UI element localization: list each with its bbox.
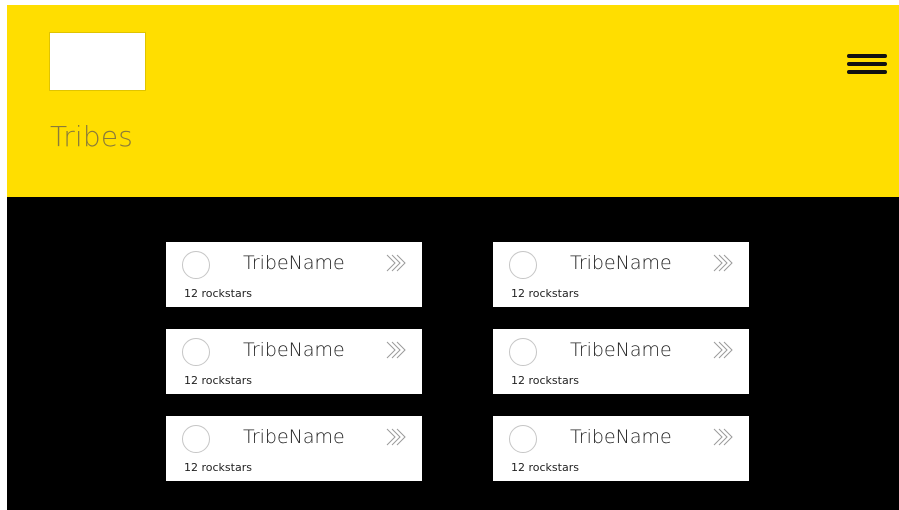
tribe-name: TribeName <box>570 426 672 448</box>
header: Tribes <box>7 5 899 197</box>
avatar-circle-icon <box>509 425 537 453</box>
tribe-card[interactable]: TribeName 12 rockstars <box>493 242 749 307</box>
avatar-circle-icon <box>182 425 210 453</box>
tribe-member-count: 12 rockstars <box>184 374 252 387</box>
tribe-member-count: 12 rockstars <box>511 461 579 474</box>
tribe-member-count: 12 rockstars <box>184 287 252 300</box>
tribe-card[interactable]: TribeName 12 rockstars <box>166 329 422 394</box>
tribe-card[interactable]: TribeName 12 rockstars <box>166 416 422 481</box>
chevron-right-icon <box>385 428 407 446</box>
chevron-right-icon <box>385 254 407 272</box>
hamburger-icon <box>847 54 887 74</box>
tribe-name: TribeName <box>243 339 345 361</box>
chevron-right-icon <box>712 341 734 359</box>
tribe-member-count: 12 rockstars <box>511 287 579 300</box>
tribe-name: TribeName <box>570 252 672 274</box>
avatar-circle-icon <box>182 251 210 279</box>
tribe-card[interactable]: TribeName 12 rockstars <box>493 329 749 394</box>
page-title: Tribes <box>50 120 134 153</box>
avatar-circle-icon <box>509 338 537 366</box>
chevron-right-icon <box>712 254 734 272</box>
tribe-card[interactable]: TribeName 12 rockstars <box>166 242 422 307</box>
logo <box>49 32 146 91</box>
tribe-name: TribeName <box>570 339 672 361</box>
app-window: Tribes TribeName 12 rockstars TribeName <box>7 5 899 510</box>
chevron-right-icon <box>385 341 407 359</box>
avatar-circle-icon <box>509 251 537 279</box>
menu-button[interactable] <box>847 53 887 75</box>
avatar-circle-icon <box>182 338 210 366</box>
tribe-name: TribeName <box>243 252 345 274</box>
chevron-right-icon <box>712 428 734 446</box>
tribe-card[interactable]: TribeName 12 rockstars <box>493 416 749 481</box>
tribe-name: TribeName <box>243 426 345 448</box>
tribe-member-count: 12 rockstars <box>184 461 252 474</box>
tribe-member-count: 12 rockstars <box>511 374 579 387</box>
